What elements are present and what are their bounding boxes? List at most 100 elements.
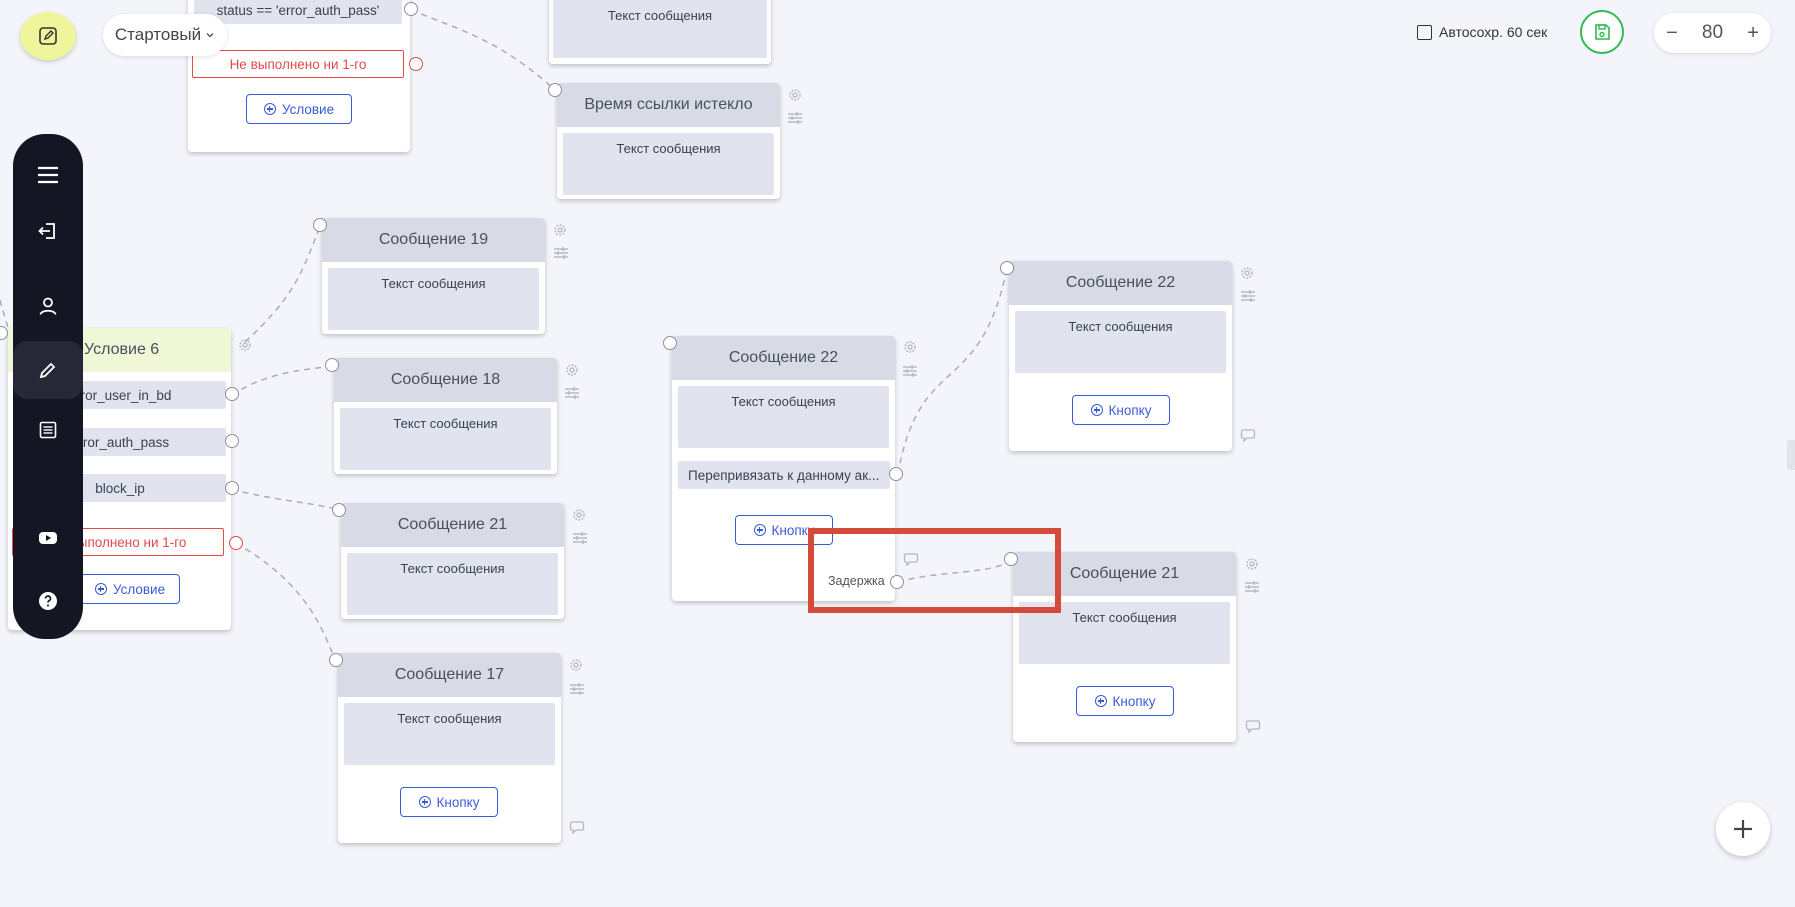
add-button-button[interactable]: Кнопку <box>1072 395 1170 425</box>
plus-circle-icon <box>263 103 276 115</box>
node-title: Сообщение 21 <box>341 503 564 547</box>
inline-button-row[interactable]: Перепривязать к данному ак... <box>678 461 890 489</box>
link-top-cond-to-expired <box>410 9 556 91</box>
sidebar-item-youtube[interactable] <box>13 515 83 561</box>
message-node-17[interactable]: Сообщение 17 Текст сообщения Кнопку <box>338 653 561 843</box>
plus-circle-icon <box>418 796 431 808</box>
message-text[interactable]: Текст сообщения <box>553 0 767 58</box>
plus-circle-icon <box>1090 404 1103 416</box>
sliders-icon[interactable] <box>787 110 803 126</box>
row-output-port[interactable] <box>889 467 903 481</box>
sidebar-item-help[interactable] <box>13 578 83 624</box>
input-port[interactable] <box>325 358 339 372</box>
mode-dropdown[interactable]: Стартовый <box>103 14 227 56</box>
not-done-output-port[interactable] <box>409 57 423 71</box>
not-done-output-port[interactable] <box>229 536 243 550</box>
message-text[interactable]: Текст сообщения <box>678 386 889 448</box>
flow-canvas[interactable]: status == 'error_auth_pass' Не выполнено… <box>0 0 1795 907</box>
add-node-button[interactable] <box>1716 802 1770 856</box>
plus-circle-icon <box>1094 695 1107 707</box>
input-port[interactable] <box>1000 261 1014 275</box>
condition-row-status: status == 'error_auth_pass' <box>194 0 402 24</box>
button-label: Кнопку <box>1108 402 1152 418</box>
add-button-button[interactable]: Кнопку <box>1076 686 1174 716</box>
add-condition-button[interactable]: Условие <box>246 94 352 124</box>
sliders-icon[interactable] <box>902 363 918 379</box>
input-port[interactable] <box>0 326 8 340</box>
message-text[interactable]: Текст сообщения <box>344 703 555 765</box>
sidebar-item-profile[interactable] <box>13 283 83 329</box>
gear-icon[interactable] <box>787 87 803 103</box>
highlight-annotation <box>808 528 1061 613</box>
condition-output-port[interactable] <box>404 2 418 16</box>
message-text[interactable]: Текст сообщения <box>328 268 539 330</box>
sliders-icon[interactable] <box>1244 579 1260 595</box>
chat-add-icon[interactable] <box>569 819 585 835</box>
edit-square-icon <box>39 27 57 45</box>
message-node-21-left[interactable]: Сообщение 21 Текст сообщения <box>341 503 564 619</box>
gear-icon[interactable] <box>568 657 584 673</box>
sidebar-item-list[interactable] <box>13 407 83 453</box>
gear-icon[interactable] <box>237 337 253 353</box>
sliders-icon[interactable] <box>553 245 569 261</box>
help-icon <box>39 592 57 610</box>
scroll-handle[interactable] <box>1787 440 1795 470</box>
sliders-icon[interactable] <box>564 385 580 401</box>
link-cond6-to-msg19 <box>244 225 321 343</box>
message-text[interactable]: Текст сообщения <box>347 553 558 615</box>
save-button[interactable] <box>1580 10 1624 54</box>
add-condition-button[interactable]: Условие <box>80 574 180 604</box>
edit-mode-button[interactable] <box>20 12 76 60</box>
sidebar-item-menu[interactable] <box>13 152 83 198</box>
add-button-button[interactable]: Кнопку <box>400 787 498 817</box>
input-port[interactable] <box>548 83 562 97</box>
node-title: Сообщение 22 <box>672 336 895 380</box>
output-port-row-1[interactable] <box>225 387 239 401</box>
sliders-icon[interactable] <box>1240 288 1256 304</box>
zoom-level: 80 <box>1701 22 1724 43</box>
gear-icon[interactable] <box>571 507 587 523</box>
node-title: Сообщение 17 <box>338 653 561 697</box>
sidebar <box>13 134 83 639</box>
message-text[interactable]: Текст сообщения <box>340 408 551 470</box>
message-node-top[interactable]: Текст сообщения <box>549 0 771 64</box>
gear-icon[interactable] <box>902 339 918 355</box>
plus-circle-icon <box>753 524 766 536</box>
gear-icon[interactable] <box>1244 556 1260 572</box>
message-node-22-right[interactable]: Сообщение 22 Текст сообщения Кнопку <box>1009 261 1232 451</box>
input-port[interactable] <box>663 336 677 350</box>
list-icon <box>39 421 57 439</box>
sliders-icon[interactable] <box>569 681 585 697</box>
youtube-icon <box>39 532 57 544</box>
sidebar-item-editor[interactable] <box>13 341 83 399</box>
link-cond6-to-msg21a <box>231 488 341 511</box>
autosave-toggle[interactable]: Автосохр. 60 сек <box>1417 24 1547 40</box>
gear-icon[interactable] <box>552 222 568 238</box>
zoom-out-button[interactable]: − <box>1666 22 1678 45</box>
zoom-in-button[interactable]: + <box>1747 22 1759 45</box>
message-node-link-expired[interactable]: Время ссылки истекло Текст сообщения <box>557 83 780 199</box>
message-text[interactable]: Текст сообщения <box>1015 311 1226 373</box>
pencil-icon <box>39 362 56 379</box>
message-node-19[interactable]: Сообщение 19 Текст сообщения <box>322 218 545 334</box>
chat-add-icon[interactable] <box>1245 718 1261 734</box>
gear-icon[interactable] <box>564 362 580 378</box>
chevron-down-icon <box>206 33 214 38</box>
node-title: Время ссылки истекло <box>557 83 780 127</box>
plus-circle-icon <box>94 583 107 595</box>
chat-add-icon[interactable] <box>1240 427 1256 443</box>
message-node-18[interactable]: Сообщение 18 Текст сообщения <box>334 358 557 474</box>
input-port[interactable] <box>313 218 327 232</box>
autosave-checkbox[interactable] <box>1417 24 1432 40</box>
output-port-row-2[interactable] <box>225 434 239 448</box>
sidebar-item-logout[interactable] <box>13 208 83 254</box>
button-label: Кнопку <box>1112 693 1156 709</box>
mode-label: Стартовый <box>114 25 202 44</box>
link-cond6-to-msg18 <box>231 365 332 396</box>
gear-icon[interactable] <box>1239 265 1255 281</box>
message-text[interactable]: Текст сообщения <box>563 133 774 195</box>
sliders-icon[interactable] <box>572 530 588 546</box>
output-port-row-3[interactable] <box>225 481 239 495</box>
input-port[interactable] <box>332 503 346 517</box>
input-port[interactable] <box>329 653 343 667</box>
